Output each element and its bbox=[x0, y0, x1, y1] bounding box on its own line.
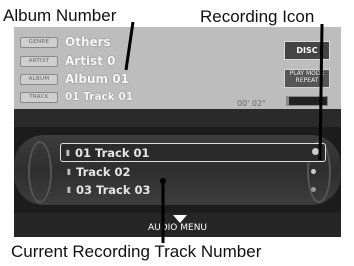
current-track-pointer-dot bbox=[160, 178, 166, 184]
current-recording-track-callout: Current Recording Track Number bbox=[11, 242, 262, 261]
callout-lines bbox=[124, 21, 324, 243]
recording-icon-pointer bbox=[318, 23, 324, 161]
album-number-pointer bbox=[124, 21, 135, 71]
